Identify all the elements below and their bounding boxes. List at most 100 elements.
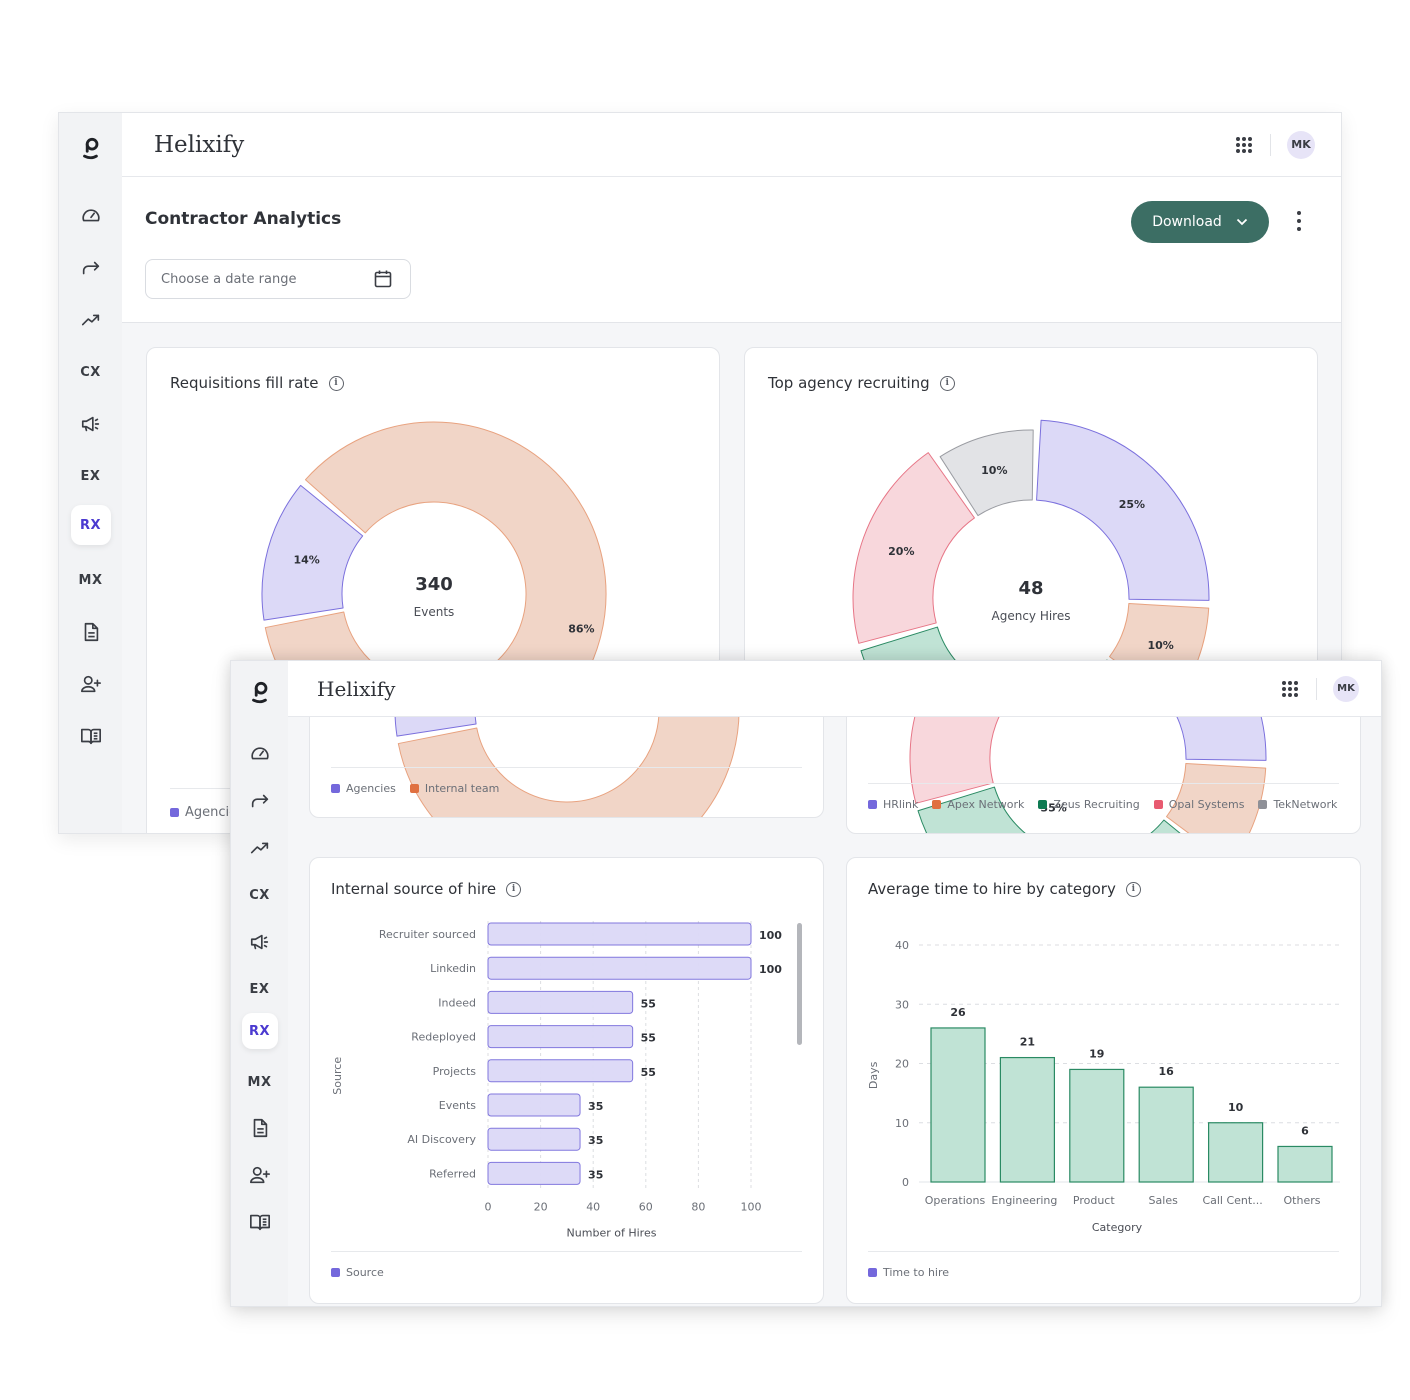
- sidebar-item-cx[interactable]: CX: [249, 880, 270, 910]
- bar-value-label: 19: [1089, 1047, 1104, 1060]
- legend-label: HRlink: [883, 798, 919, 811]
- y-tick-label: Recruiter sourced: [379, 928, 476, 941]
- sidebar-item-rx[interactable]: RX: [241, 1013, 278, 1049]
- avatar[interactable]: MK: [1333, 675, 1359, 702]
- legend-label: Agencies: [346, 782, 396, 795]
- bar[interactable]: [487, 956, 752, 980]
- y-tick-label: Referred: [429, 1167, 476, 1180]
- brand-logo[interactable]: [247, 677, 273, 707]
- document-icon: [80, 621, 102, 643]
- book-icon: [80, 725, 102, 747]
- legend-item-internal-team[interactable]: Internal team: [409, 782, 499, 795]
- legend-item-source[interactable]: Source: [331, 1266, 384, 1279]
- y-tick-label: 0: [902, 1176, 909, 1189]
- legend-swatch: [170, 808, 179, 817]
- bar[interactable]: [1208, 1122, 1264, 1183]
- legend-divider: [331, 1251, 802, 1252]
- y-tick-label: Projects: [433, 1065, 477, 1078]
- legend-item-agencies[interactable]: Agencies: [331, 782, 396, 795]
- legend-item-opal-systems[interactable]: Opal Systems: [1153, 798, 1244, 811]
- average-time-to-hire-card: Average time to hire by category i 0 10 20…: [846, 857, 1361, 1304]
- bar[interactable]: [1069, 1068, 1125, 1183]
- brand-logo-icon: [247, 679, 273, 705]
- sidebar-item-library[interactable]: [80, 721, 102, 751]
- speedometer-icon: [80, 205, 102, 227]
- sidebar-item-add-user[interactable]: [249, 1160, 271, 1190]
- y-axis-title: Days: [867, 1061, 880, 1089]
- bar-value-label: 100: [759, 963, 782, 976]
- y-tick-label: Redeployed: [411, 1031, 476, 1044]
- bar-value-label: 100: [759, 929, 782, 942]
- apps-grid-icon[interactable]: [1236, 136, 1252, 153]
- bar[interactable]: [487, 922, 752, 946]
- date-range-placeholder: Choose a date range: [161, 271, 297, 287]
- internal-source-bar-chart: 0 20 40 60 80 100 Recruiter sourced 100 Linkedin…: [331, 921, 802, 1240]
- legend-item-hrlink[interactable]: HRlink: [868, 798, 918, 811]
- sidebar-item-dashboard[interactable]: [80, 201, 102, 231]
- x-axis-title: Number of Hires: [567, 1227, 657, 1240]
- bar[interactable]: [487, 990, 634, 1014]
- y-tick-label: Events: [439, 1099, 477, 1112]
- bar[interactable]: [487, 1161, 581, 1185]
- legend-item-apex-network[interactable]: Apex Network: [932, 798, 1024, 811]
- download-button[interactable]: Download: [1131, 201, 1269, 243]
- sidebar-item-label: EX: [249, 981, 270, 997]
- calendar-icon[interactable]: [373, 269, 393, 289]
- sidebar-item-label: CX: [80, 364, 101, 380]
- bar-value-label: 55: [641, 1032, 656, 1045]
- bar-value-label: 35: [588, 1134, 603, 1147]
- scrollbar-thumb[interactable]: [797, 923, 802, 1045]
- donut-center-value: 340: [415, 574, 453, 595]
- download-label: Download: [1152, 214, 1222, 230]
- bar[interactable]: [1138, 1086, 1194, 1183]
- donut-slice-label: 86%: [568, 623, 594, 636]
- divider: [1316, 677, 1317, 700]
- bar[interactable]: [999, 1056, 1055, 1183]
- time-to-hire-bar-chart: 0 10 20 30 40 26 Operations 21 Engineering 19 Prod…: [867, 939, 1340, 1234]
- donut-slice-label: 10%: [981, 464, 1007, 477]
- kebab-vertical-icon[interactable]: [1295, 211, 1303, 231]
- bar[interactable]: [930, 1027, 986, 1183]
- sidebar-item-mx[interactable]: MX: [79, 565, 103, 595]
- bar[interactable]: [487, 1093, 581, 1117]
- sidebar-item-dashboard[interactable]: [249, 739, 271, 769]
- bar[interactable]: [487, 1025, 634, 1049]
- bar[interactable]: [1277, 1145, 1333, 1183]
- y-tick-label: 40: [895, 939, 909, 952]
- sidebar-item-trending[interactable]: [249, 833, 271, 863]
- legend-swatch: [932, 800, 942, 809]
- date-range-input[interactable]: Choose a date range: [145, 259, 411, 299]
- legend-item-time-to-hire[interactable]: Time to hire: [868, 1266, 949, 1279]
- bar[interactable]: [487, 1059, 634, 1083]
- legend-item-teknetwork[interactable]: TekNetwork: [1258, 798, 1337, 811]
- front-window: CXEXRXMX 14%86% Agencies Internal team 2…: [230, 660, 1382, 1307]
- user-add-icon: [249, 1164, 271, 1186]
- donut-slice-label: 14%: [293, 553, 319, 566]
- sidebar-item-ex[interactable]: EX: [250, 974, 270, 1004]
- sidebar-item-documents[interactable]: [80, 617, 102, 647]
- sidebar-item-campaigns[interactable]: [80, 409, 102, 439]
- bar-value-label: 35: [588, 1168, 603, 1181]
- sidebar-item-ex[interactable]: EX: [81, 461, 101, 491]
- sidebar: CX EX RX MX: [59, 113, 122, 833]
- sidebar-item-cx[interactable]: CX: [80, 357, 101, 387]
- page-title: Contractor Analytics: [145, 209, 342, 229]
- legend-item-zeus-recruiting[interactable]: Zeus Recruiting: [1038, 798, 1140, 811]
- apps-grid-icon[interactable]: [1282, 680, 1298, 697]
- sidebar-item-rx[interactable]: RX: [70, 505, 111, 545]
- sidebar-item-trending[interactable]: [80, 305, 102, 335]
- sidebar-item-library[interactable]: [249, 1207, 271, 1237]
- legend-swatch: [868, 1268, 877, 1277]
- page-header: Contractor Analytics Choose a date range…: [122, 177, 1341, 323]
- sidebar-item-campaigns[interactable]: [249, 927, 271, 957]
- top-bar: Helixify MK: [288, 661, 1381, 717]
- avatar[interactable]: MK: [1287, 130, 1315, 159]
- sidebar-item-add-user[interactable]: [80, 669, 102, 699]
- sidebar-item-documents[interactable]: [249, 1113, 271, 1143]
- bar[interactable]: [487, 1127, 581, 1151]
- sidebar-item-forward[interactable]: [80, 253, 102, 283]
- brand-logo[interactable]: [78, 133, 104, 163]
- sidebar-item-forward[interactable]: [249, 786, 271, 816]
- legend-swatch: [331, 784, 340, 793]
- sidebar-item-mx[interactable]: MX: [248, 1067, 272, 1097]
